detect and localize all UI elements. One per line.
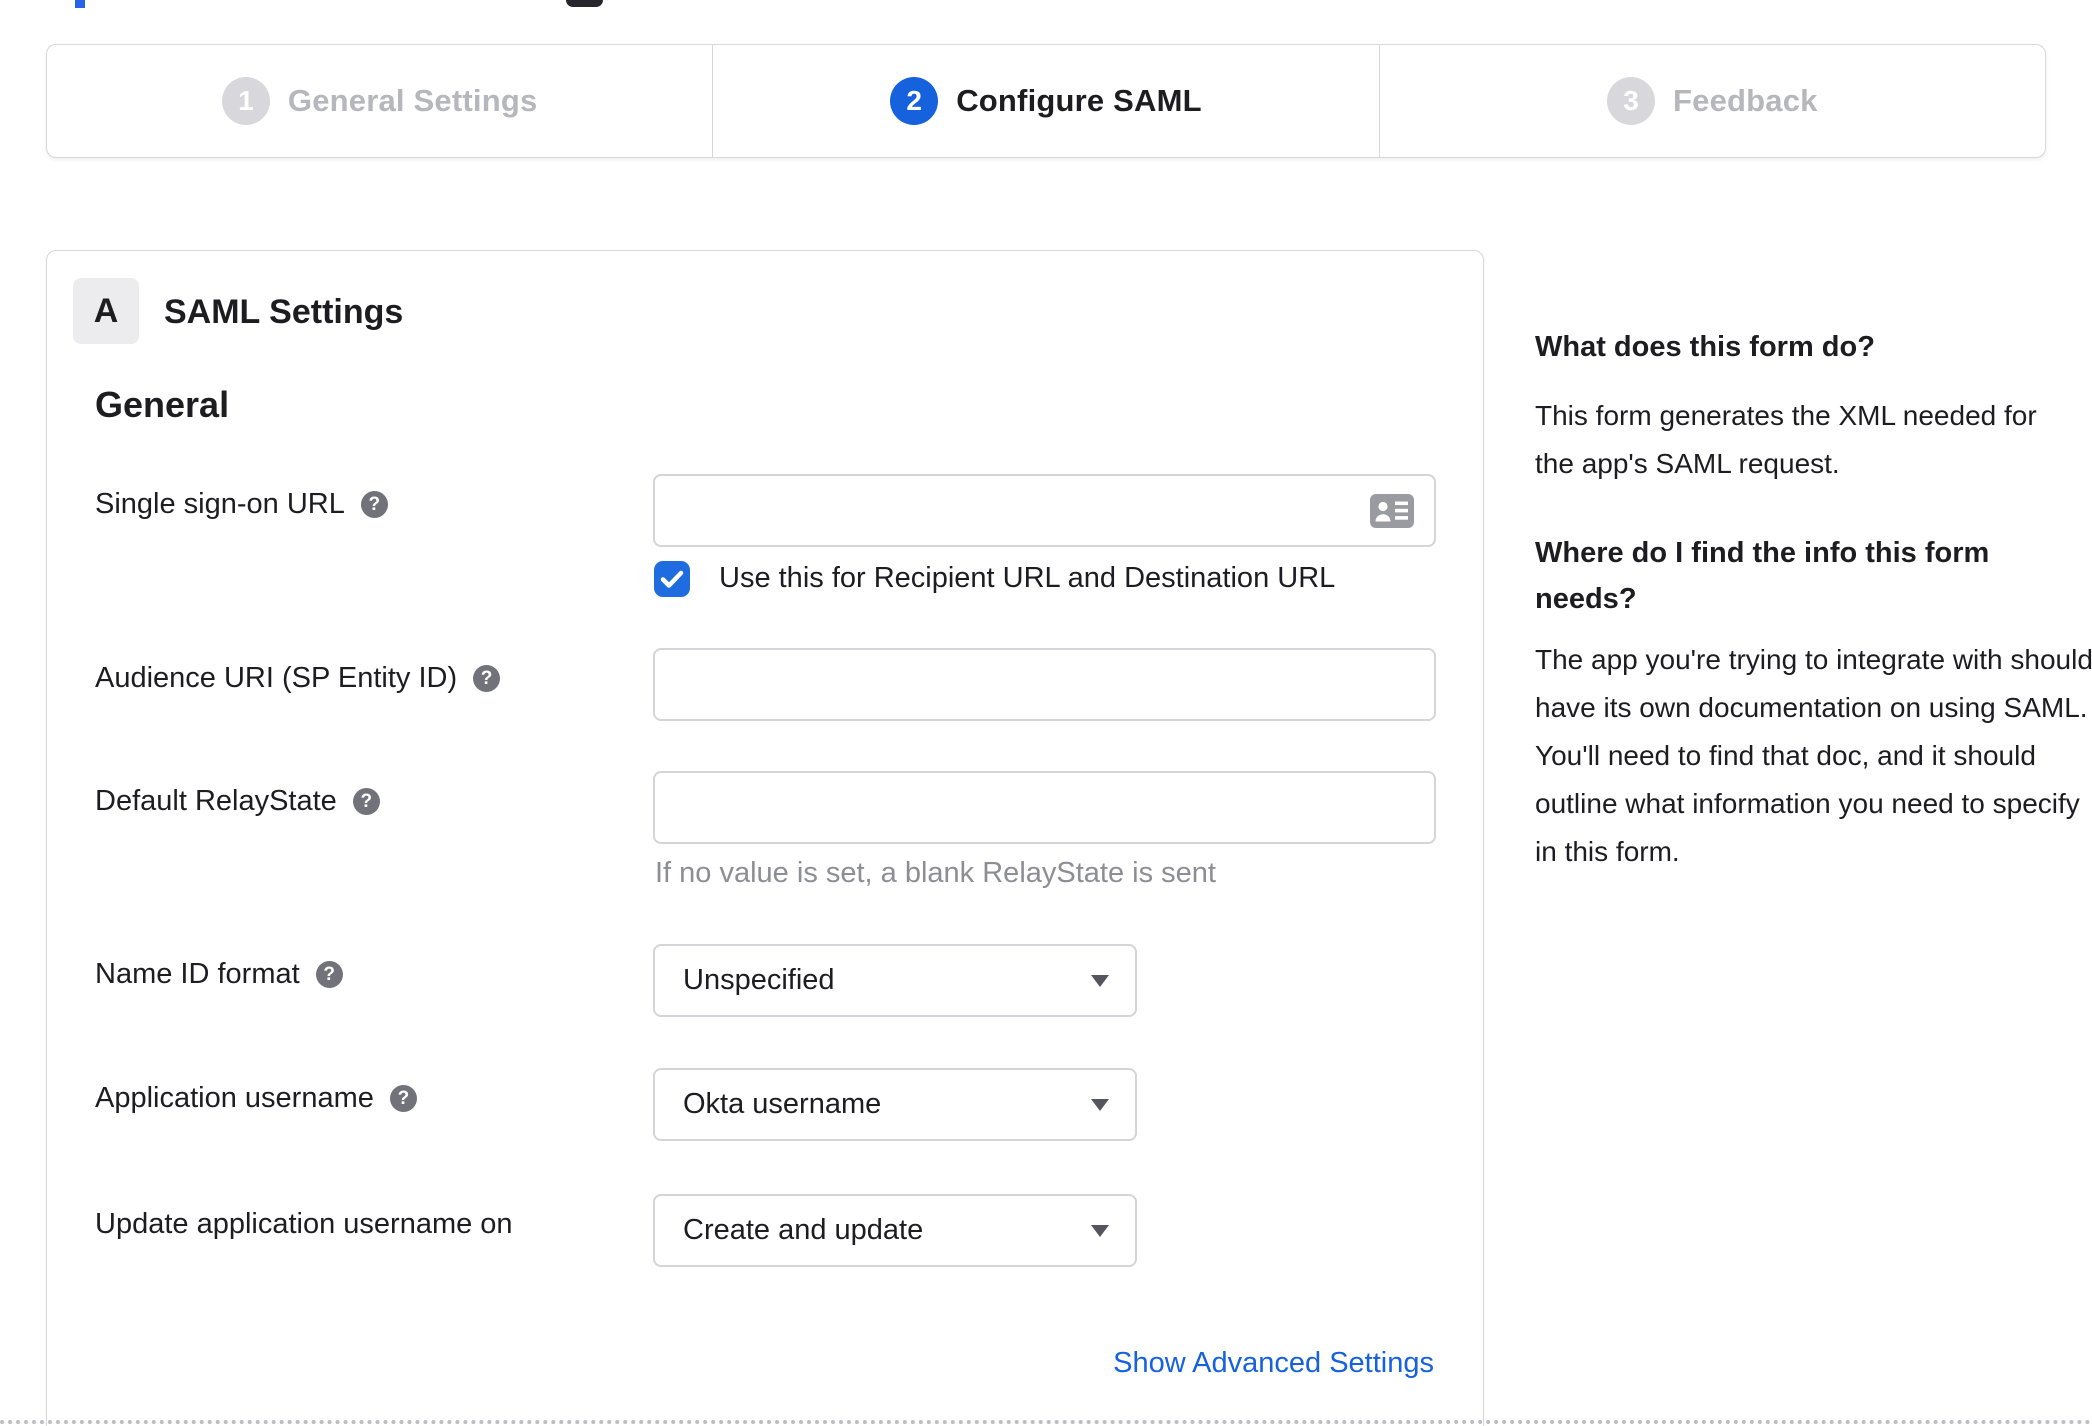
cutoff-artifact-blue: [75, 0, 85, 8]
help-icon[interactable]: ?: [389, 1084, 417, 1112]
step-label: General Settings: [287, 83, 538, 118]
caret-down-icon: [1091, 1098, 1109, 1111]
sso-url-label: Single sign-on URL ?: [95, 487, 388, 521]
relay-state-input[interactable]: [653, 771, 1436, 844]
help-heading-what: What does this form do?: [1535, 331, 1875, 363]
sso-url-label-text: Single sign-on URL: [95, 487, 345, 520]
relay-state-input-wrap: [653, 771, 1436, 844]
relay-state-label: Default RelayState ?: [95, 784, 380, 818]
help-heading-where: Where do I find the info this form needs…: [1535, 537, 1990, 615]
step-number-badge: 3: [1607, 77, 1655, 125]
help-icon[interactable]: ?: [360, 490, 388, 518]
step-number-badge: 2: [890, 77, 939, 125]
help-paragraph-where: The app you're trying to integrate with …: [1535, 644, 2092, 867]
help-icon[interactable]: ?: [352, 787, 380, 815]
step-number-badge: 1: [221, 77, 270, 125]
show-advanced-settings-link[interactable]: Show Advanced Settings: [1113, 1347, 1434, 1380]
help-paragraph-what: This form generates the XML needed for t…: [1535, 400, 2037, 479]
update-application-username-select[interactable]: Create and update: [653, 1194, 1137, 1267]
application-username-label: Application username ?: [95, 1081, 417, 1115]
name-id-format-label-text: Name ID format: [95, 957, 300, 990]
wizard-stepper: 1 General Settings 2 Configure SAML 3 Fe…: [46, 44, 2046, 158]
help-icon[interactable]: ?: [473, 664, 501, 692]
application-username-select[interactable]: Okta username: [653, 1068, 1137, 1141]
name-id-format-select[interactable]: Unspecified: [653, 944, 1137, 1017]
help-icon[interactable]: ?: [315, 960, 343, 988]
audience-uri-input-wrap: [653, 648, 1436, 721]
sso-url-input-wrap: [653, 474, 1436, 547]
section-title-general: General: [95, 384, 230, 425]
audience-uri-label: Audience URI (SP Entity ID) ?: [95, 661, 501, 695]
panel-title: SAML Settings: [164, 293, 404, 331]
cutoff-artifact-dark: [566, 0, 603, 7]
recipient-url-checkbox-label: Use this for Recipient URL and Destinati…: [719, 562, 1336, 594]
dotted-separator: [0, 1420, 2092, 1424]
name-id-format-value: Unspecified: [683, 964, 835, 996]
caret-down-icon: [1091, 974, 1109, 987]
section-a-badge: A: [73, 278, 139, 344]
sso-url-input[interactable]: [653, 474, 1436, 547]
audience-uri-input[interactable]: [653, 648, 1436, 721]
update-application-username-value: Create and update: [683, 1214, 924, 1246]
application-username-value: Okta username: [683, 1088, 882, 1120]
saml-settings-panel: A SAML Settings General Single sign-on U…: [46, 250, 1484, 1426]
relay-state-label-text: Default RelayState: [95, 784, 337, 817]
audience-uri-label-text: Audience URI (SP Entity ID): [95, 661, 458, 694]
recipient-url-checkbox[interactable]: [654, 561, 690, 597]
caret-down-icon: [1091, 1224, 1109, 1237]
checkmark-icon: [660, 570, 684, 588]
step-label: Configure SAML: [956, 83, 1202, 118]
step-configure-saml[interactable]: 2 Configure SAML: [712, 45, 1378, 157]
application-username-label-text: Application username: [95, 1081, 374, 1114]
name-id-format-label: Name ID format ?: [95, 957, 343, 991]
step-feedback[interactable]: 3 Feedback: [1378, 45, 2045, 157]
step-label: Feedback: [1673, 83, 1818, 118]
relay-state-hint: If no value is set, a blank RelayState i…: [655, 857, 1216, 889]
update-application-username-label-text: Update application username on: [95, 1207, 513, 1240]
contact-card-icon[interactable]: [1370, 493, 1414, 528]
step-general-settings[interactable]: 1 General Settings: [47, 45, 712, 157]
update-application-username-label: Update application username on: [95, 1207, 513, 1241]
